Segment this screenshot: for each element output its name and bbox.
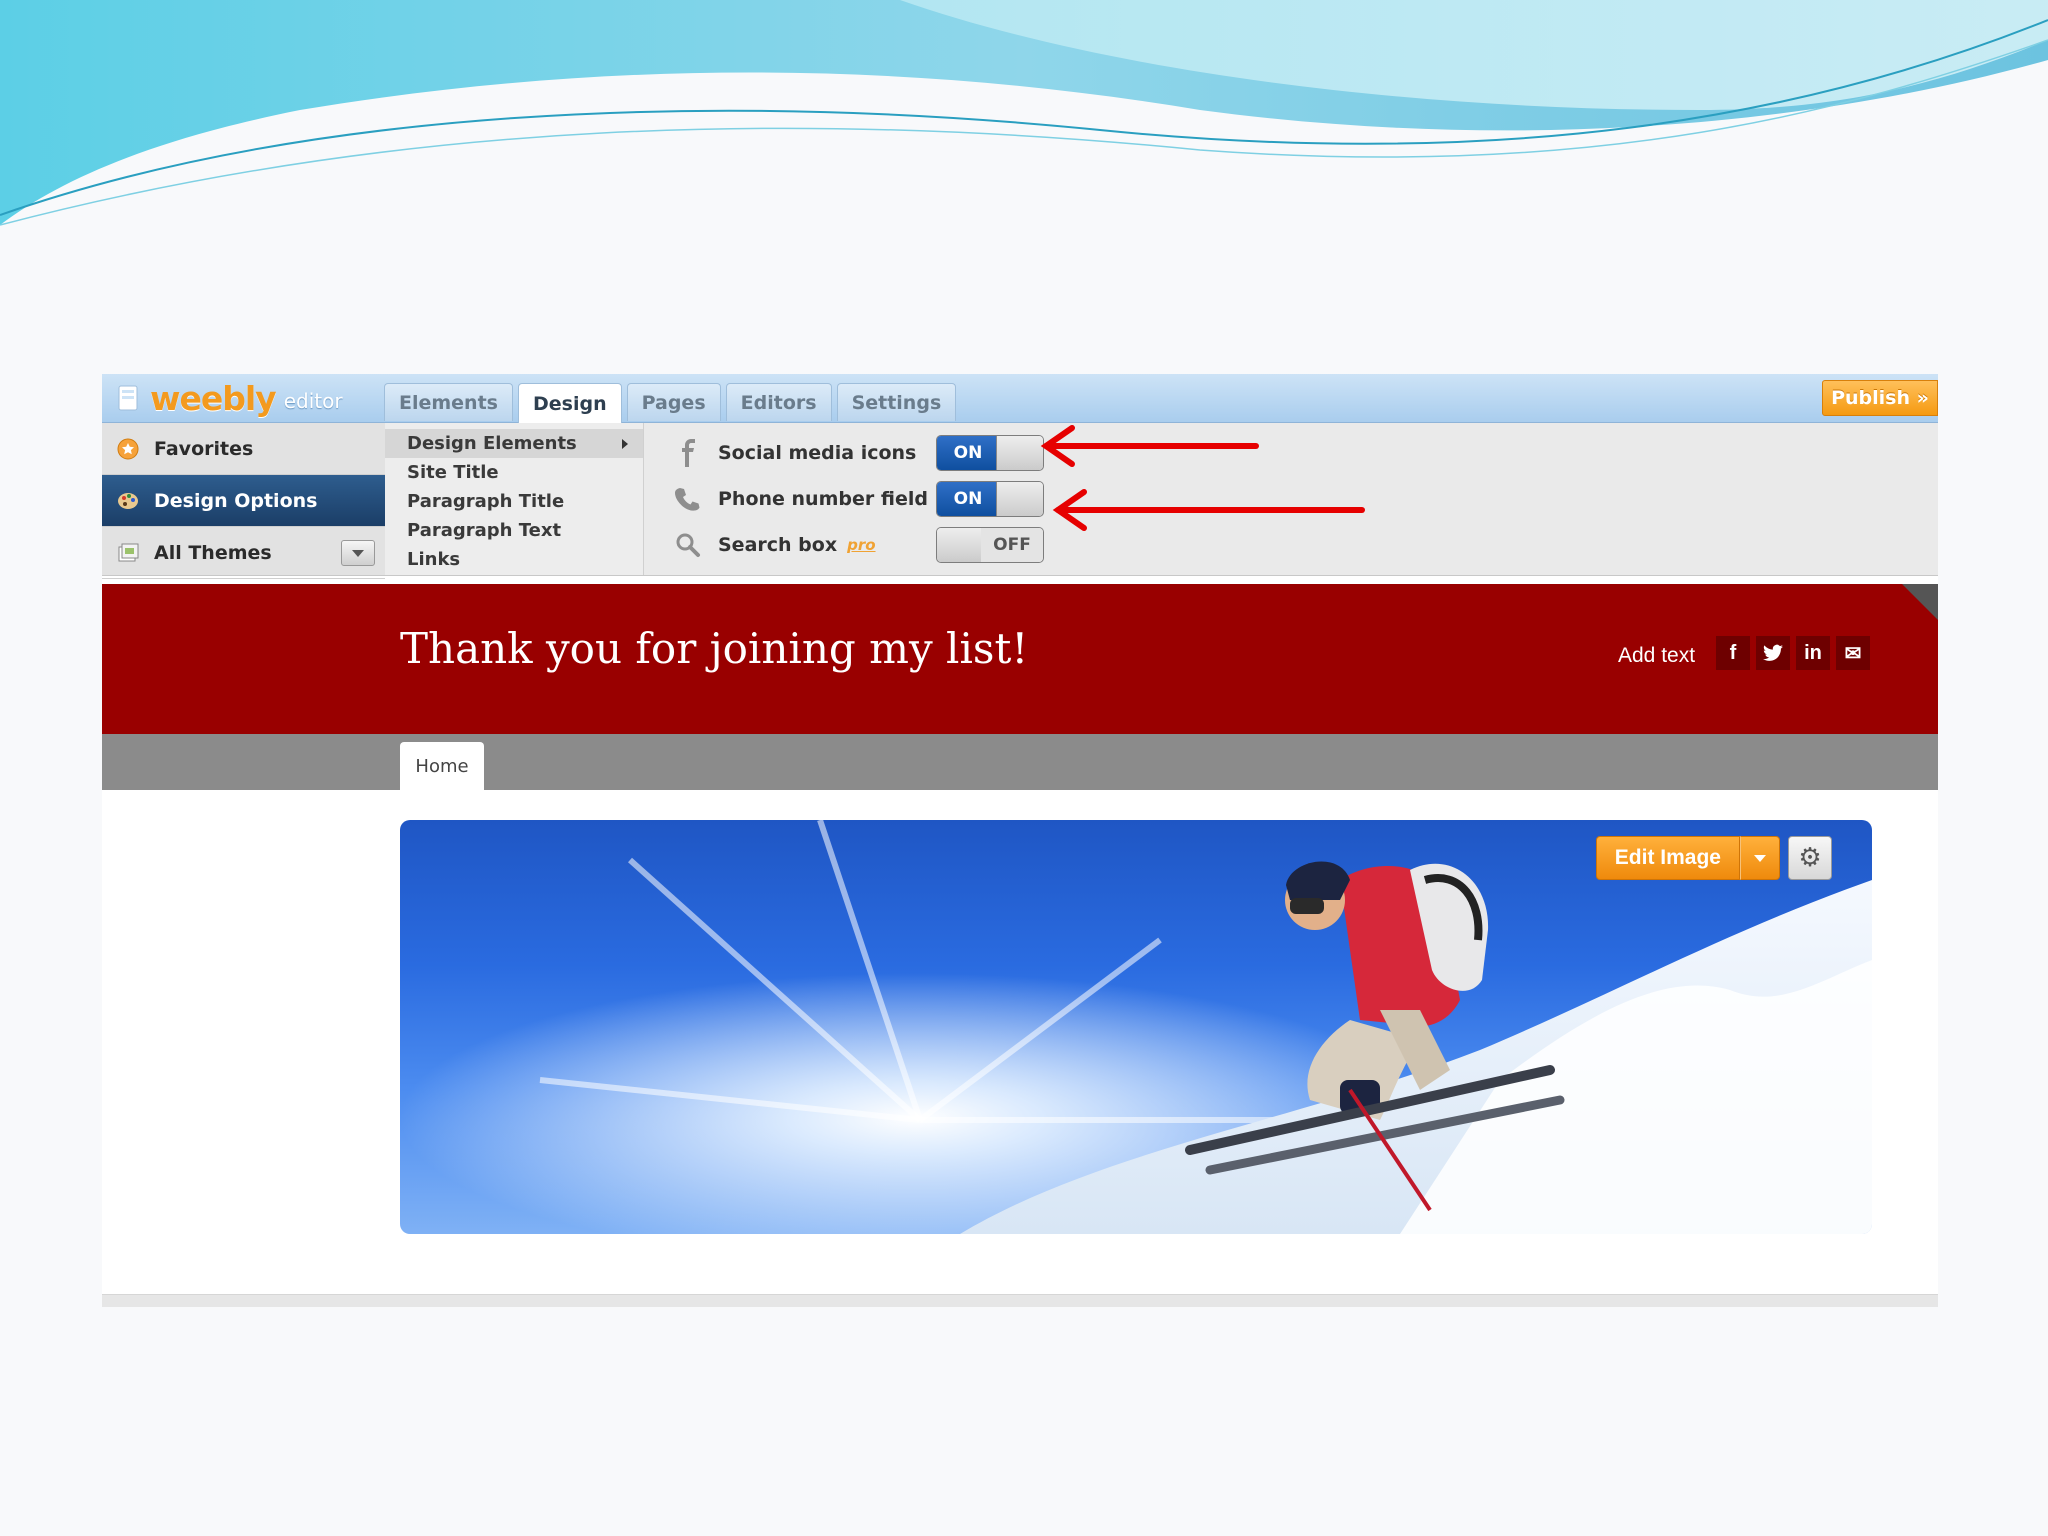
themes-icon — [116, 541, 140, 565]
twitter-icon[interactable] — [1756, 636, 1790, 670]
site-title[interactable]: Thank you for joining my list! — [400, 624, 1028, 673]
nav-item-home[interactable]: Home — [400, 742, 484, 790]
option-search-box: Search box pro — [662, 527, 876, 563]
design-options-panel: Favorites Design Options All Themes Desi… — [102, 423, 1938, 579]
search-box-toggle[interactable]: OFF — [936, 527, 1044, 563]
phone-icon — [672, 483, 704, 515]
submenu-item-label: Design Elements — [407, 433, 577, 454]
option-phone-number-field: Phone number field — [662, 481, 928, 517]
search-icon — [672, 529, 704, 561]
facebook-icon — [672, 437, 704, 469]
weebly-editor-window: weebly editor Elements Design Pages Edit… — [102, 374, 1938, 1307]
main-tabs: Elements Design Pages Editors Settings — [384, 383, 961, 423]
edit-image-dropdown-button[interactable] — [1740, 836, 1780, 880]
tab-pages[interactable]: Pages — [626, 383, 721, 421]
toggle-knob — [937, 528, 984, 562]
submenu-item-paragraph-title[interactable]: Paragraph Title — [385, 487, 643, 516]
chevron-down-icon — [352, 550, 364, 557]
social-media-icons-toggle[interactable]: ON — [936, 435, 1044, 471]
option-label: Phone number field — [718, 488, 928, 510]
star-icon — [116, 437, 140, 461]
design-submenu: Design Elements Site Title Paragraph Tit… — [385, 423, 644, 575]
image-settings-button[interactable]: ⚙ — [1788, 836, 1832, 880]
submenu-item-design-elements[interactable]: Design Elements — [385, 429, 643, 458]
themes-dropdown-button[interactable] — [341, 540, 375, 566]
editor-footer-bar — [102, 1294, 1938, 1307]
decorative-wave-banner — [0, 0, 2048, 226]
design-element-options: Social media icons ON Phone number field… — [662, 423, 1562, 575]
add-text-link[interactable]: Add text — [1618, 644, 1695, 668]
facebook-icon[interactable]: f — [1716, 636, 1750, 670]
sidebar-item-design-options[interactable]: Design Options — [102, 475, 385, 527]
site-header: Thank you for joining my list! Add text … — [102, 584, 1938, 734]
email-icon[interactable]: ✉ — [1836, 636, 1870, 670]
header-corner-fold — [1902, 584, 1938, 620]
edit-image-button[interactable]: Edit Image — [1595, 836, 1740, 880]
weebly-logo-icon — [118, 385, 138, 411]
option-label: Search box — [718, 534, 838, 556]
toggle-knob — [996, 436, 1043, 470]
toggle-state: ON — [937, 482, 999, 516]
chevron-down-icon — [1754, 855, 1766, 862]
site-navbar: Home — [102, 734, 1938, 790]
sidebar-item-label: Favorites — [154, 437, 254, 460]
logo-suffix: editor — [283, 389, 343, 413]
gear-icon: ⚙ — [1798, 843, 1822, 873]
image-edit-controls: Edit Image ⚙ — [1595, 836, 1832, 880]
tab-elements[interactable]: Elements — [384, 383, 513, 421]
sidebar-item-favorites[interactable]: Favorites — [102, 423, 385, 475]
sidebar-item-label: Design Options — [154, 489, 318, 512]
submenu-item-site-title[interactable]: Site Title — [385, 458, 643, 487]
toggle-state: OFF — [981, 528, 1043, 562]
weebly-logo[interactable]: weebly editor — [116, 378, 343, 418]
tab-editors[interactable]: Editors — [725, 383, 832, 421]
toggle-state: ON — [937, 436, 999, 470]
hero-image[interactable]: Edit Image ⚙ — [400, 820, 1872, 1234]
sidebar: Favorites Design Options All Themes — [102, 423, 385, 579]
tab-settings[interactable]: Settings — [836, 383, 957, 421]
publish-button[interactable]: Publish » — [1822, 380, 1938, 416]
chevron-right-icon — [622, 438, 628, 449]
skier-photo-illustration — [400, 820, 1872, 1234]
option-label: Social media icons — [718, 442, 917, 464]
toggle-knob — [996, 482, 1043, 516]
editor-topbar: weebly editor Elements Design Pages Edit… — [102, 374, 1938, 423]
sidebar-item-label: All Themes — [154, 541, 272, 564]
phone-number-field-toggle[interactable]: ON — [936, 481, 1044, 517]
submenu-item-links[interactable]: Links — [385, 545, 643, 574]
sidebar-item-all-themes[interactable]: All Themes — [102, 527, 385, 579]
logo-text: weebly — [150, 378, 277, 418]
tab-design[interactable]: Design — [517, 383, 622, 423]
pro-badge: pro — [847, 536, 876, 554]
option-social-media-icons: Social media icons — [662, 435, 916, 471]
linkedin-icon[interactable]: in — [1796, 636, 1830, 670]
submenu-item-paragraph-text[interactable]: Paragraph Text — [385, 516, 643, 545]
palette-icon — [116, 489, 140, 513]
social-icons: f in ✉ — [1716, 636, 1876, 670]
